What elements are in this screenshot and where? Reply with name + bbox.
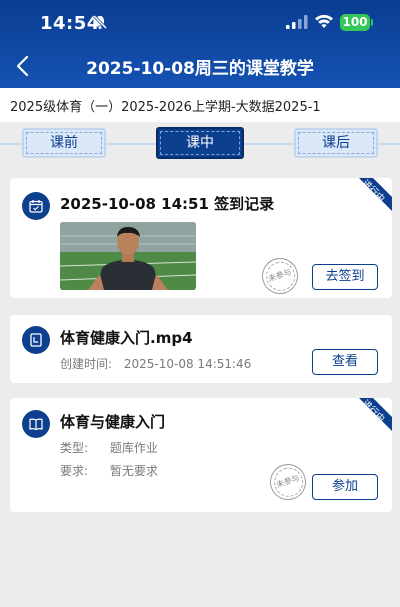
assignment-title: 体育与健康入门 [60,413,166,431]
type-label: 类型: [60,441,89,455]
join-button[interactable]: 参加 [312,474,378,500]
bell-muted-icon [92,14,108,30]
requirement-value: 暂无要求 [109,464,158,478]
calendar-icon [29,200,43,213]
back-arrow-icon[interactable] [12,52,36,80]
assignment-card[interactable]: 体育与健康入门 类型: 题库作业 要求: 暂无要求 未参与 参加 进行中 [10,398,392,512]
battery-indicator: 100 [340,14,370,31]
video-card[interactable]: 体育健康入门.mp4 创建时间: 2025-10-08 14:51:46 查看 [10,315,392,383]
tab-after-class[interactable]: 课后 [294,128,378,158]
calendar-icon-badge [22,192,50,220]
wifi-icon [315,14,333,28]
cellular-signal-icon [286,15,308,29]
video-title: 体育健康入门.mp4 [60,329,193,347]
created-time-row: 创建时间: 2025-10-08 14:51:46 [60,355,251,372]
requirement-label: 要求: [60,464,89,478]
created-time-value: 2025-10-08 14:51:46 [123,357,252,371]
app-header: 14:54 100 2025-10-08周三的课堂教学 [0,0,400,88]
requirement-row: 要求: 暂无要求 [60,462,158,479]
document-icon [30,333,42,347]
phase-tabs: 课前 课中 课后 [0,122,400,166]
status-time: 14:54 [40,13,100,34]
document-icon-badge [22,326,50,354]
checkin-card[interactable]: 2025-10-08 14:51 签到记录 未参与 去签到 进行中 [10,178,392,298]
checkin-title: 2025-10-08 14:51 签到记录 [60,195,275,213]
checkin-button[interactable]: 去签到 [312,264,378,290]
battery-tip [371,19,373,26]
course-name: 2025级体育（一）2025-2026上学期-大数据2025-1 [10,100,321,115]
created-time-label: 创建时间: [60,357,113,371]
book-icon-badge [22,410,50,438]
book-icon [29,418,43,431]
athlete-photo[interactable] [60,222,196,290]
not-participated-stamp: 未参与 [265,459,311,505]
page-title: 2025-10-08周三的课堂教学 [86,59,314,79]
not-participated-stamp: 未参与 [257,253,303,298]
tab-during-class[interactable]: 课中 [156,127,244,159]
view-button[interactable]: 查看 [312,349,378,375]
course-info: 2025级体育（一）2025-2026上学期-大数据2025-1 [0,88,400,122]
type-row: 类型: 题库作业 [60,439,158,456]
tab-before-class[interactable]: 课前 [22,128,106,158]
type-value: 题库作业 [109,441,158,455]
status-bar: 14:54 100 [0,0,400,44]
